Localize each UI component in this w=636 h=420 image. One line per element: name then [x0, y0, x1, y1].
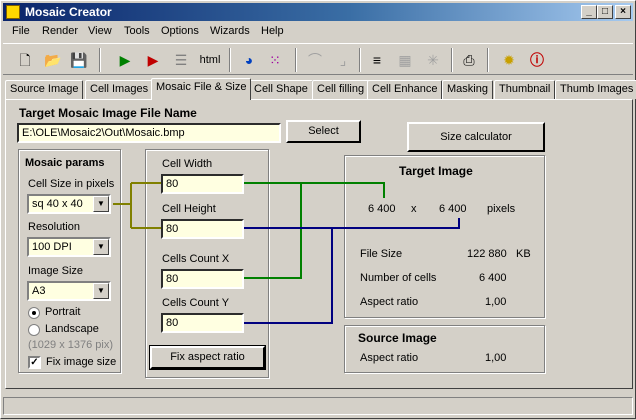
connector-lines	[113, 182, 460, 324]
tab-mosaic-file-size[interactable]: Mosaic File & Size	[151, 78, 252, 100]
green-connector	[244, 182, 385, 279]
app-window: Mosaic Creator _ □ × File Render View To…	[0, 0, 636, 419]
olive-connector	[113, 182, 161, 229]
status-bar	[3, 397, 633, 415]
navy-connector	[244, 218, 460, 324]
